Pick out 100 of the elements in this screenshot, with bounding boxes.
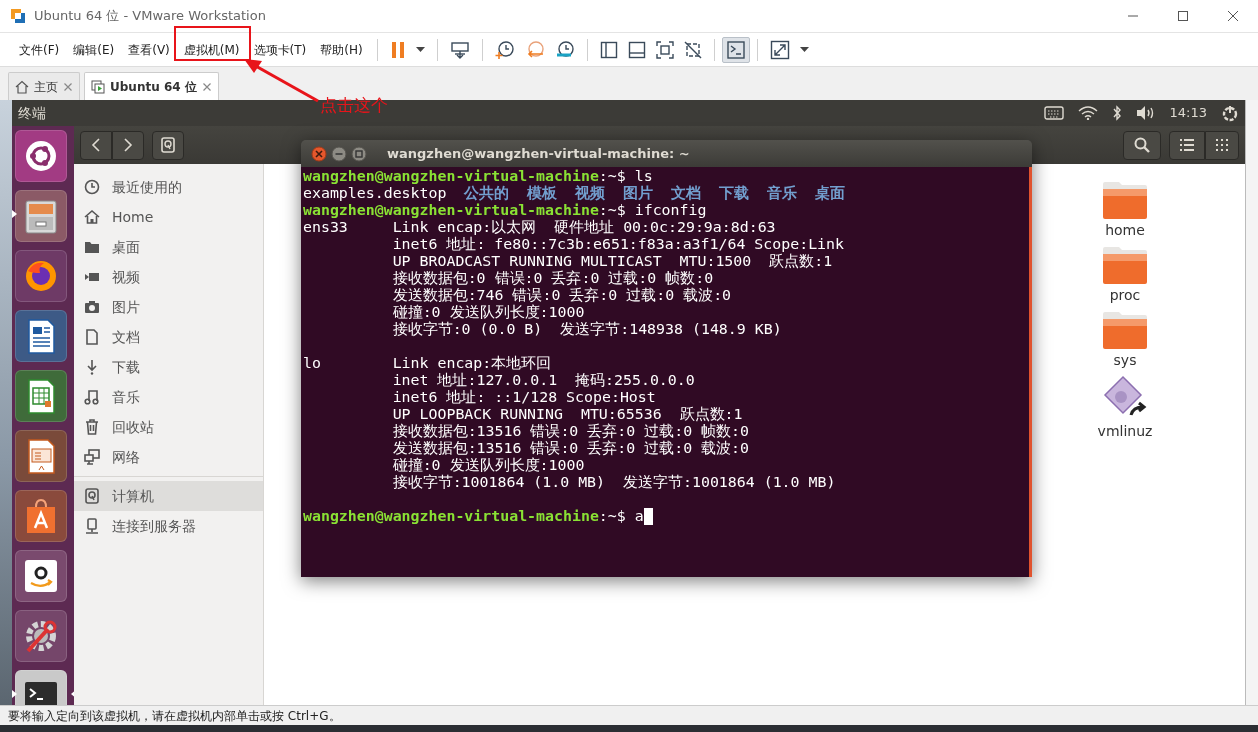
close-icon bbox=[1227, 10, 1239, 22]
sidebar-item[interactable]: 计算机 bbox=[74, 481, 263, 512]
forward-button[interactable] bbox=[112, 130, 144, 160]
terminal-title: wangzhen@wangzhen-virtual-machine: ~ bbox=[387, 144, 690, 163]
terminal-text: inet6 地址: ::1/128 Scope:Host bbox=[391, 388, 656, 407]
directory-name: 桌面 bbox=[815, 184, 846, 203]
launcher-item[interactable] bbox=[15, 430, 67, 483]
ring-logo-icon bbox=[24, 138, 58, 174]
sidebar-item[interactable]: 回收站 bbox=[74, 412, 263, 443]
terminal-prompt: wangzhen@wangzhen-virtual-machine bbox=[303, 167, 599, 186]
list-icon bbox=[1180, 139, 1194, 152]
window-title: Ubuntu 64 位 - VMware Workstation bbox=[34, 7, 266, 26]
network-icon bbox=[84, 449, 100, 466]
terminal-text: examples.desktop bbox=[303, 184, 447, 203]
document-icon bbox=[84, 329, 100, 346]
terminal-icon bbox=[726, 40, 745, 59]
search-button[interactable] bbox=[1123, 130, 1161, 160]
back-icon bbox=[91, 138, 101, 153]
folder-icon bbox=[1101, 310, 1149, 351]
terminal-text: 接收数据包:13516 错误:0 丢弃:0 过载:0 帧数:0 bbox=[391, 422, 750, 441]
list-view-button[interactable] bbox=[1169, 130, 1205, 160]
keyboard-icon[interactable] bbox=[1043, 106, 1064, 121]
terminal-text: 碰撞:0 发送队列长度:1000 bbox=[391, 303, 585, 322]
directory-name: 下载 bbox=[719, 184, 750, 203]
tab-label: 主页 bbox=[34, 78, 58, 96]
sidebar-item[interactable]: 网络 bbox=[74, 442, 263, 473]
sidebar-item[interactable]: 桌面 bbox=[74, 232, 263, 263]
sidebar-item[interactable]: 视频 bbox=[74, 262, 263, 293]
app-logo-icon bbox=[10, 8, 26, 24]
terminal-text: 发送数据包:13516 错误:0 丢弃:0 过载:0 载波:0 bbox=[391, 439, 750, 458]
sidebar-item[interactable]: 音乐 bbox=[74, 382, 263, 413]
terminal-text: lo Link encap:本地环回 bbox=[303, 354, 552, 373]
launcher-item[interactable] bbox=[15, 370, 67, 423]
browser-icon bbox=[24, 258, 58, 294]
file-name: home bbox=[1105, 221, 1145, 241]
tab[interactable]: 主页 bbox=[8, 72, 80, 100]
vm-icon bbox=[91, 79, 105, 94]
wifi-icon[interactable] bbox=[1077, 106, 1098, 121]
grid-view-button[interactable] bbox=[1205, 130, 1239, 160]
volume-icon[interactable] bbox=[1135, 105, 1156, 122]
grid-icon bbox=[1216, 139, 1228, 152]
folder-icon bbox=[84, 239, 100, 256]
maximize-icon[interactable] bbox=[351, 145, 367, 162]
bottom-bar-layout-icon bbox=[627, 40, 646, 59]
fullscreen-icon bbox=[655, 40, 674, 59]
folder-icon bbox=[1101, 180, 1149, 221]
trash-icon bbox=[84, 419, 100, 436]
sidebar-item[interactable]: Home bbox=[74, 202, 263, 233]
menu-item[interactable]: 文件(F) bbox=[12, 36, 67, 63]
close-icon[interactable] bbox=[63, 81, 73, 92]
launcher-item[interactable] bbox=[15, 310, 67, 363]
launcher-item[interactable] bbox=[15, 550, 67, 603]
minimize-icon[interactable] bbox=[331, 145, 347, 162]
terminal-prompt: wangzhen@wangzhen-virtual-machine bbox=[303, 507, 599, 526]
folder-icon bbox=[1101, 245, 1149, 286]
search-icon bbox=[1134, 137, 1150, 154]
back-button[interactable] bbox=[80, 130, 112, 160]
file-name: sys bbox=[1113, 351, 1137, 371]
expand-icon bbox=[769, 39, 790, 60]
terminal-text: 碰撞:0 发送队列长度:1000 bbox=[391, 456, 585, 475]
sidebar-item[interactable]: 文档 bbox=[74, 322, 263, 353]
menu-item[interactable]: 选项卡(T) bbox=[246, 36, 314, 63]
bluetooth-icon[interactable] bbox=[1111, 105, 1122, 122]
panel-title: 终端 bbox=[18, 103, 46, 123]
directory-name: 文档 bbox=[671, 184, 702, 203]
close-icon[interactable] bbox=[201, 81, 212, 92]
terminal-text: :~$ ifconfig bbox=[598, 201, 707, 220]
directory-name: 视频 bbox=[575, 184, 606, 203]
monitor-arrow-icon bbox=[449, 40, 470, 59]
terminal-text: :~$ a bbox=[598, 507, 644, 526]
sidebar-item[interactable]: 最近使用的 bbox=[74, 172, 263, 203]
close-icon[interactable] bbox=[311, 145, 327, 162]
clock-plus-icon bbox=[494, 39, 515, 60]
server-icon bbox=[84, 518, 100, 535]
clock[interactable]: 14:13 bbox=[1169, 103, 1207, 123]
launcher-item[interactable] bbox=[15, 490, 67, 543]
launcher-item[interactable] bbox=[15, 610, 67, 663]
launcher-item[interactable] bbox=[15, 130, 67, 183]
download-icon bbox=[84, 359, 100, 376]
sidebar-item[interactable]: 下载 bbox=[74, 352, 263, 383]
tab[interactable]: Ubuntu 64 位 bbox=[84, 72, 219, 100]
file-name: vmlinuz bbox=[1097, 422, 1153, 442]
caret-icon bbox=[415, 46, 425, 53]
terminal-text: :~$ ls bbox=[598, 167, 653, 186]
crossed-square-icon bbox=[683, 40, 702, 59]
location-button[interactable] bbox=[152, 130, 184, 160]
power-icon[interactable] bbox=[1221, 104, 1239, 123]
drive-icon bbox=[160, 137, 176, 154]
menu-item[interactable]: 查看(V) bbox=[121, 36, 177, 63]
file-name: proc bbox=[1109, 286, 1141, 306]
menu-item[interactable]: 帮助(H) bbox=[313, 36, 370, 63]
file-cabinet-icon bbox=[24, 198, 58, 234]
directory-name: 模板 bbox=[527, 184, 558, 203]
menu-item[interactable]: 虚拟机(M) bbox=[176, 36, 247, 63]
pause-icon bbox=[389, 40, 406, 59]
sidebar-item[interactable]: 图片 bbox=[74, 292, 263, 323]
launcher-item[interactable] bbox=[15, 190, 67, 243]
menu-item[interactable]: 编辑(E) bbox=[66, 36, 122, 63]
sidebar-item[interactable]: 连接到服务器 bbox=[74, 511, 263, 542]
toolbar-button[interactable] bbox=[721, 36, 750, 63]
